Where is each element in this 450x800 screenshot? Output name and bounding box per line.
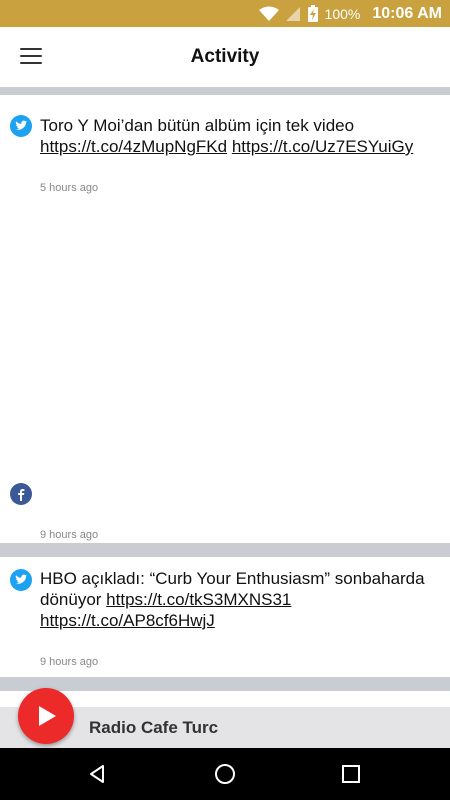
- facebook-icon: [10, 483, 32, 505]
- feed-text: HBO açıkladı: “Curb Your Enthusiasm” son…: [40, 569, 425, 630]
- play-button[interactable]: [18, 688, 74, 744]
- feed-timestamp: 5 hours ago: [40, 182, 99, 194]
- page-title: Activity: [190, 46, 260, 67]
- clock: 10:06 AM: [372, 4, 442, 22]
- battery-percent: 100%: [324, 5, 361, 22]
- feed-text: Toro Y Moi’dan bütün albüm için tek vide…: [40, 116, 414, 156]
- feed-link[interactable]: https://t.co/4zMupNgFKd: [40, 137, 227, 156]
- play-icon: [39, 706, 56, 726]
- home-icon[interactable]: [213, 762, 237, 786]
- feed-link[interactable]: https://t.co/tkS3MXNS31: [106, 590, 291, 609]
- app-bar: Activity: [0, 27, 450, 87]
- twitter-icon: [10, 569, 32, 591]
- wifi-icon: [258, 6, 279, 21]
- activity-feed[interactable]: Toro Y Moi’dan bütün albüm için tek vide…: [0, 87, 450, 707]
- station-name: Radio Cafe Turc: [89, 718, 219, 737]
- feed-link[interactable]: https://t.co/AP8cf6HwjJ: [40, 611, 215, 630]
- system-nav-bar: [0, 748, 450, 800]
- feed-timestamp: 9 hours ago: [40, 529, 99, 541]
- status-bar: 100% 10:06 AM: [0, 0, 450, 27]
- feed-link[interactable]: https://t.co/Uz7ESYuiGy: [232, 137, 413, 156]
- twitter-icon: [10, 115, 32, 137]
- feed-card[interactable]: Toro Y Moi’dan bütün albüm için tek vide…: [0, 95, 450, 543]
- feed-card[interactable]: HBO açıkladı: “Curb Your Enthusiasm” son…: [0, 557, 450, 677]
- back-icon[interactable]: [86, 762, 110, 786]
- signal-icon: [285, 6, 300, 21]
- battery-charging-icon: [307, 4, 318, 22]
- recents-icon[interactable]: [339, 762, 363, 786]
- feed-timestamp: 9 hours ago: [40, 656, 99, 668]
